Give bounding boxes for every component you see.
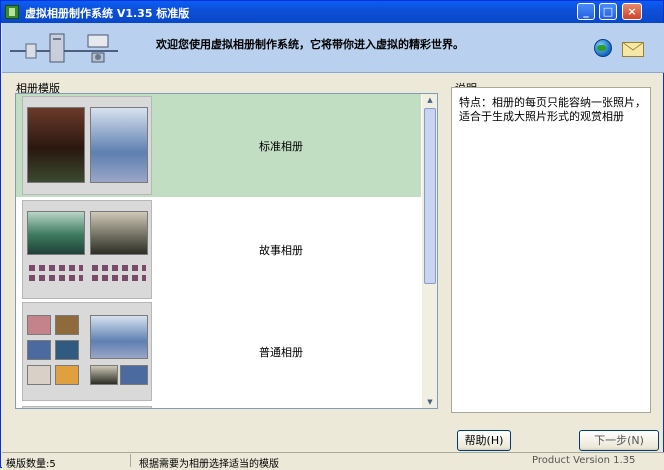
- next-button[interactable]: 下一步(N): [579, 430, 659, 451]
- scroll-down-icon[interactable]: ▼: [422, 396, 437, 408]
- product-version: Product Version 1.35: [532, 455, 636, 466]
- minimize-button[interactable]: _: [577, 3, 595, 20]
- window-title: 虚拟相册制作系统 V1.35 标准版: [25, 7, 190, 20]
- album-list-scrollbar[interactable]: ▲ ▼: [422, 94, 437, 408]
- status-bar: 模版数量:5 根据需要为相册选择适当的模版 Product Version 1.…: [2, 452, 664, 470]
- album-thumbnail: [22, 406, 152, 408]
- album-thumbnail: [22, 96, 152, 195]
- scroll-up-icon[interactable]: ▲: [422, 94, 437, 106]
- network-icon: [10, 33, 118, 63]
- album-template-list[interactable]: 标准相册 故事相册 普通相册 ▲ ▼: [15, 93, 438, 409]
- description-panel: 特点：相册的每页只能容纳一张照片， 适合于生成大照片形式的观赏相册: [451, 87, 651, 413]
- close-button[interactable]: ×: [622, 3, 642, 20]
- next-button-label: 下一步(N): [594, 434, 644, 447]
- album-item-partial[interactable]: [16, 404, 421, 408]
- help-button[interactable]: 帮助(H): [457, 430, 511, 451]
- album-item-standard[interactable]: 标准相册: [16, 94, 421, 197]
- scroll-thumb[interactable]: [424, 108, 436, 284]
- app-window: 虚拟相册制作系统 V1.35 标准版 _ □ × 欢迎您使用虚拟相册制作系统，它…: [0, 0, 664, 470]
- album-thumbnail: [22, 302, 152, 401]
- album-thumbnail: [22, 200, 152, 299]
- album-item-story[interactable]: 故事相册: [16, 198, 421, 301]
- album-item-label: 标准相册: [259, 140, 303, 153]
- album-item-label: 普通相册: [259, 346, 303, 359]
- album-item-label: 故事相册: [259, 244, 303, 257]
- description-line: 适合于生成大照片形式的观赏相册: [459, 110, 624, 123]
- mail-icon[interactable]: [622, 42, 644, 57]
- app-icon: [5, 5, 19, 19]
- maximize-button[interactable]: □: [599, 3, 617, 20]
- welcome-text: 欢迎您使用虚拟相册制作系统，它将带你进入虚拟的精彩世界。: [156, 38, 464, 51]
- status-divider: [130, 454, 131, 467]
- globe-icon[interactable]: [594, 39, 612, 57]
- title-bar[interactable]: 虚拟相册制作系统 V1.35 标准版 _ □ ×: [1, 1, 663, 23]
- welcome-banner: 欢迎您使用虚拟相册制作系统，它将带你进入虚拟的精彩世界。: [2, 23, 664, 73]
- album-item-normal[interactable]: 普通相册: [16, 300, 421, 403]
